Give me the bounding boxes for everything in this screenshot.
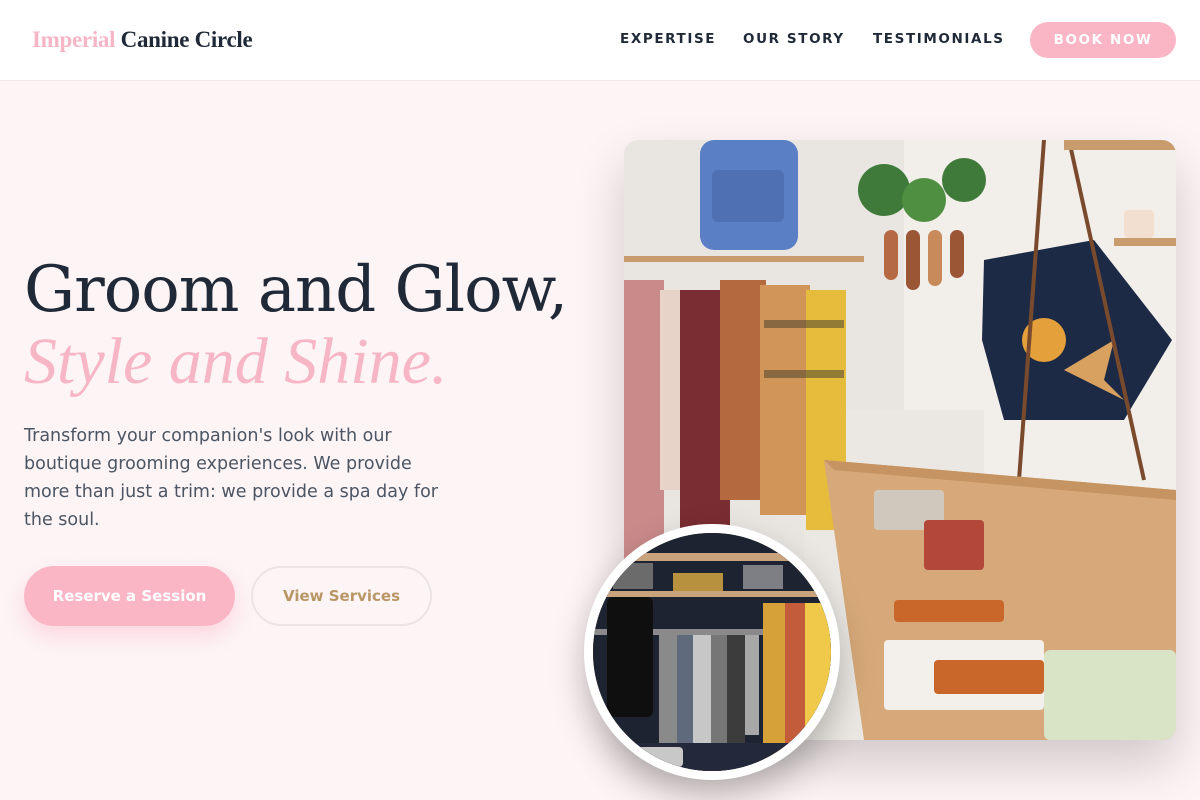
nav-expertise[interactable]: EXPERTISE	[620, 31, 716, 47]
reserve-session-button[interactable]: Reserve a Session	[24, 566, 235, 626]
site-header: Imperial Canine Circle EXPERTISE OUR STO…	[0, 0, 1200, 81]
brand-name: Canine Circle	[120, 27, 253, 52]
hero-headline-accent: Style and Shine.	[24, 325, 448, 398]
view-services-button[interactable]: View Services	[251, 566, 432, 626]
clothing-rack-illustration	[593, 533, 831, 771]
hero-headline: Groom and Glow,	[24, 253, 568, 327]
clothing-rack-photo	[584, 524, 840, 780]
brand-logo[interactable]: Imperial Canine Circle	[32, 27, 253, 53]
brand-name-accent: Imperial	[32, 27, 116, 52]
hero-description: Transform your companion's look with our…	[24, 426, 438, 530]
nav-testimonials[interactable]: TESTIMONIALS	[873, 31, 1005, 47]
book-now-button[interactable]: BOOK NOW	[1030, 22, 1176, 58]
nav-our-story[interactable]: OUR STORY	[743, 31, 845, 47]
